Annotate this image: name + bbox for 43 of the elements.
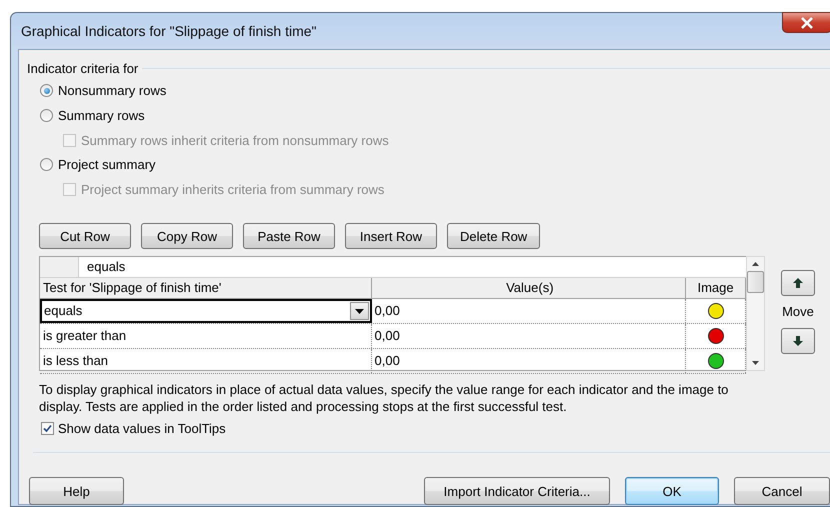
move-up-button[interactable] — [781, 270, 815, 296]
dropdown-arrow-icon — [354, 308, 364, 314]
radio-label: Project summary — [58, 157, 156, 172]
checkbox-label: Project summary inherits criteria from summary rows — [81, 182, 384, 196]
row-button[interactable]: Insert Row — [345, 223, 437, 249]
table-cell[interactable]: is greater than — [40, 324, 372, 348]
test-dropdown[interactable]: equals — [40, 299, 372, 323]
checkbox[interactable] — [41, 422, 54, 435]
checkbox-label: Summary rows inherit criteria from nonsummary rows — [81, 132, 389, 148]
dialog-button[interactable]: Help — [29, 477, 124, 505]
dialog-button[interactable]: Import Indicator Criteria... — [424, 477, 610, 505]
radio-button[interactable] — [40, 109, 53, 122]
row-button[interactable]: Paste Row — [243, 223, 335, 249]
row-button[interactable]: Copy Row — [141, 223, 233, 249]
scroll-thumb[interactable] — [747, 271, 764, 293]
close-button[interactable] — [782, 12, 830, 33]
radio-label: Summary rows — [58, 108, 145, 123]
down-arrow-icon — [792, 335, 804, 347]
radio-button[interactable] — [40, 158, 53, 171]
edit-field[interactable]: equals — [79, 257, 126, 277]
description-text: To display graphical indicators in place of actual data values, specify the value range for each indicator and the image to display. Tests are applied in the order listed and processing stops at the first successful test. — [39, 381, 730, 415]
group-label: Indicator criteria for — [27, 60, 138, 76]
column-header[interactable]: Test for 'Slippage of finish time' — [40, 278, 372, 298]
table-cell: 0,00 — [372, 324, 686, 348]
table-cell: 0,00 — [372, 299, 686, 323]
window-title: Graphical Indicators for "Slippage of finish time" — [20, 23, 317, 39]
dialog-button[interactable]: Cancel — [734, 477, 830, 505]
scroll-up-arrow-icon[interactable] — [752, 262, 759, 266]
close-icon — [800, 16, 814, 28]
table-cell[interactable]: is less than — [40, 349, 372, 373]
move-label: Move — [782, 304, 814, 320]
radio-button[interactable] — [40, 84, 53, 97]
scroll-down-arrow-icon[interactable] — [752, 361, 759, 365]
radio-label: Nonsummary rows — [58, 83, 166, 98]
dialog-button[interactable]: OK — [625, 477, 719, 505]
up-arrow-icon — [792, 277, 804, 289]
column-header[interactable]: Value(s) — [372, 278, 686, 298]
checkbox-label: Show data values in ToolTips — [58, 421, 226, 436]
scrollbar[interactable] — [746, 256, 765, 371]
move-down-button[interactable] — [781, 328, 815, 354]
table-cell: 0,00 — [372, 349, 686, 373]
row-button[interactable]: Delete Row — [447, 223, 540, 249]
row-button[interactable]: Cut Row — [39, 223, 131, 249]
